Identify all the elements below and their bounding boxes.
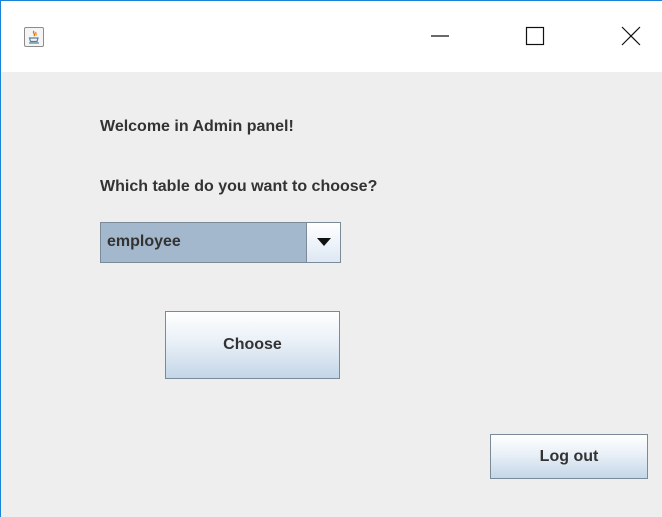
- logout-button[interactable]: Log out: [490, 434, 648, 479]
- java-cup-icon[interactable]: [24, 27, 44, 47]
- chevron-down-icon: [317, 238, 331, 246]
- minimize-icon: [431, 35, 449, 37]
- table-select-value: employee: [107, 233, 181, 250]
- choose-button[interactable]: Choose: [165, 311, 340, 379]
- dropdown-arrow-button[interactable]: [306, 223, 340, 262]
- admin-panel: Welcome in Admin panel! Which table do y…: [1, 72, 662, 517]
- close-button[interactable]: [601, 1, 662, 72]
- title-bar[interactable]: [1, 1, 662, 72]
- close-icon: [621, 26, 641, 46]
- minimize-button[interactable]: [410, 1, 472, 72]
- table-question-label: Which table do you want to choose?: [100, 178, 378, 195]
- table-select-dropdown[interactable]: employee: [100, 222, 341, 263]
- welcome-label: Welcome in Admin panel!: [100, 118, 294, 135]
- maximize-icon: [525, 26, 545, 46]
- maximize-button[interactable]: [505, 1, 567, 72]
- app-window: Welcome in Admin panel! Which table do y…: [0, 0, 662, 517]
